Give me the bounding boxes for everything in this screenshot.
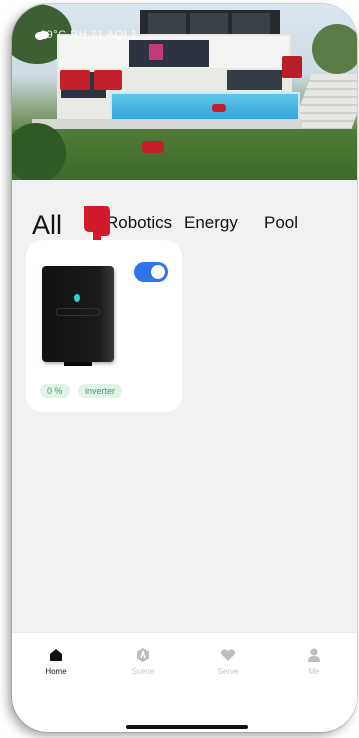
device-card-inverter[interactable]: 0 % inverter [26, 240, 182, 412]
tab-all[interactable]: All [32, 210, 62, 241]
hero-house-image: 29°C RH 71 AQI 1 [12, 4, 357, 180]
nav-serve-label: Serve [217, 667, 239, 676]
home-indicator[interactable] [126, 725, 248, 729]
inverter-device-image [42, 266, 114, 366]
phone-screen: 29°C RH 71 AQI 1 All Robotics Energy Poo… [12, 4, 357, 732]
percent-chip: 0 % [40, 384, 70, 398]
nav-scene-label: Scene [131, 667, 155, 676]
tab-robotics[interactable]: Robotics [106, 213, 172, 233]
nav-home-label: Home [45, 667, 67, 676]
nav-home[interactable]: Home [26, 647, 86, 676]
weather-status: 29°C RH 71 AQI 1 [40, 29, 138, 41]
person-icon [308, 648, 320, 662]
bottom-nav: Home Scene Serve Me [12, 632, 357, 732]
type-chip: inverter [77, 384, 122, 398]
tab-pool[interactable]: Pool [264, 213, 298, 233]
device-chips: 0 % inverter [40, 381, 126, 399]
nav-scene[interactable]: Scene [113, 647, 173, 676]
heart-icon [221, 649, 235, 661]
device-power-toggle[interactable] [134, 262, 168, 282]
nav-me-label: Me [308, 667, 320, 676]
home-icon [50, 649, 62, 661]
tab-energy[interactable]: Energy [184, 213, 238, 233]
nav-me[interactable]: Me [284, 647, 344, 676]
scene-icon [137, 648, 149, 662]
nav-serve[interactable]: Serve [198, 647, 258, 676]
